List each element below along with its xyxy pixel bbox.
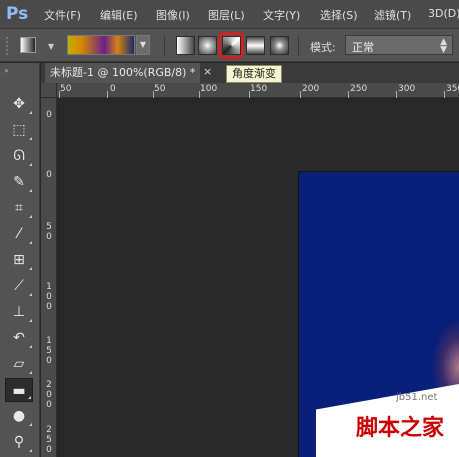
ruler-tick-label: 50	[60, 84, 72, 94]
document-tab[interactable]: 未标题-1 @ 100%(RGB/8) *	[45, 63, 201, 83]
dodge-tool-icon[interactable]: ⚲	[5, 430, 33, 454]
clone-stamp-tool-icon[interactable]: ⊥	[5, 300, 33, 324]
reflected-gradient-icon[interactable]	[246, 36, 265, 55]
watermark-url: jb51.net	[396, 392, 438, 403]
chevron-down-icon: ▼	[48, 42, 55, 51]
ruler-tick-label: 300	[398, 84, 416, 94]
options-bar-grip[interactable]	[6, 37, 10, 55]
close-icon[interactable]: ×	[203, 65, 212, 78]
ruler-origin[interactable]	[41, 83, 57, 98]
gradient-tool-preset-icon	[20, 37, 36, 53]
mode-select-value: 正常	[352, 41, 374, 54]
divider	[298, 36, 299, 56]
ruler-tick	[348, 91, 349, 98]
ruler-tick	[153, 91, 154, 98]
menu-image[interactable]: 图像(I)	[156, 7, 190, 23]
brush-tool-icon[interactable]: ⟋	[5, 274, 33, 298]
ruler-tick-label: 150	[250, 84, 268, 94]
menu-type[interactable]: 文字(Y)	[263, 7, 300, 23]
ruler-tick-label: 5 0	[46, 222, 52, 242]
ruler-tick	[199, 91, 200, 98]
selected-gradient-highlight	[218, 32, 244, 59]
watermark-text: 脚本之家	[356, 416, 445, 441]
crop-tool-icon[interactable]: ⌗	[5, 196, 33, 220]
eraser-tool-icon[interactable]: ▱	[5, 352, 33, 376]
ruler-tick-label: 1 5 0	[46, 336, 52, 366]
ruler-tick-label: 50	[154, 84, 166, 94]
ruler-tick-label: 2 0 0	[46, 380, 52, 410]
ruler-tick-label: 350	[446, 84, 459, 94]
menu-3d[interactable]: 3D(D)	[428, 7, 459, 20]
menu-select[interactable]: 选择(S)	[320, 7, 358, 23]
ruler-tick-label: 1 0 0	[46, 282, 52, 312]
ruler-tick	[59, 91, 60, 98]
ruler-tick-label: 100	[200, 84, 218, 94]
ruler-tick	[107, 91, 108, 98]
mode-label: 模式:	[310, 41, 336, 54]
ruler-tick-label: 250	[350, 84, 368, 94]
ruler-tick-label: 0	[46, 170, 52, 180]
ruler-tick	[249, 91, 250, 98]
quick-selection-tool-icon[interactable]: ✎	[5, 170, 33, 194]
blur-tool-icon[interactable]: ●	[5, 404, 33, 428]
gradient-tool-icon[interactable]: ▬	[5, 378, 33, 402]
lasso-tool-icon[interactable]: ᘏ	[5, 144, 33, 168]
ruler-tick	[444, 91, 445, 98]
menu-bar: Ps 文件(F) 编辑(E) 图像(I) 图层(L) 文字(Y) 选择(S) 滤…	[0, 0, 459, 29]
healing-brush-tool-icon[interactable]: ⊞	[5, 248, 33, 272]
mode-select[interactable]: 正常 ▲ ▼	[345, 35, 453, 55]
gradient-editor-swatch[interactable]	[67, 35, 135, 55]
divider	[164, 36, 165, 56]
ruler-tick-label: 200	[302, 84, 320, 94]
marquee-tool-icon[interactable]: ⬚	[5, 118, 33, 142]
radial-gradient-icon[interactable]	[198, 36, 217, 55]
diamond-gradient-icon[interactable]	[270, 36, 289, 55]
ruler-tick-label: 0	[110, 84, 116, 94]
gradient-picker-dropdown[interactable]: ▼	[136, 35, 150, 55]
toolbar-collapse-icon[interactable]: »	[4, 66, 9, 75]
watermark: jb51.net 脚本之家	[316, 384, 459, 457]
history-brush-tool-icon[interactable]: ↶	[5, 326, 33, 350]
linear-gradient-icon[interactable]	[176, 36, 195, 55]
ruler-tick-label: 2 5 0	[46, 425, 52, 455]
updown-arrow-icon: ▲ ▼	[440, 37, 447, 55]
menu-layer[interactable]: 图层(L)	[208, 7, 245, 23]
move-tool-icon[interactable]: ✥	[5, 92, 33, 116]
ruler-tick	[300, 91, 301, 98]
tool-preset-picker[interactable]: ▼	[18, 36, 58, 55]
menu-filter[interactable]: 滤镜(T)	[374, 7, 411, 23]
photoshop-logo: Ps	[6, 4, 29, 24]
menu-file[interactable]: 文件(F)	[44, 7, 81, 23]
menu-edit[interactable]: 编辑(E)	[100, 7, 138, 23]
angle-gradient-tooltip: 角度渐变	[226, 65, 282, 83]
ruler-tick	[396, 91, 397, 98]
eyedropper-tool-icon[interactable]: ⁄	[5, 222, 33, 246]
ruler-tick-label: 0	[46, 110, 52, 120]
